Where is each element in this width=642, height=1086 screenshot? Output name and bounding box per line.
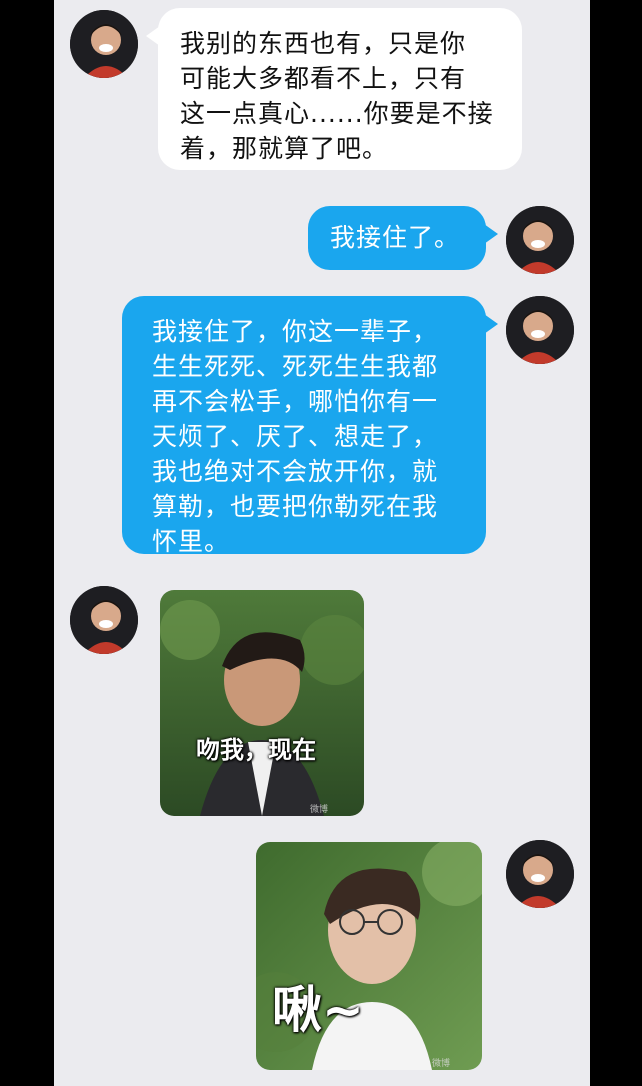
incoming-message-bubble[interactable]: 我别的东西也有，只是你 可能大多都看不上，只有 这一点真心......你要是不接… <box>146 8 522 170</box>
contact-avatar[interactable] <box>70 10 138 78</box>
incoming-sticker-image[interactable]: 吻我，现在 微博 <box>160 590 364 816</box>
outgoing-message-bubble[interactable]: 我接住了。 <box>308 206 498 270</box>
watermark: 微博 <box>432 1059 451 1069</box>
my-avatar[interactable] <box>506 296 574 364</box>
message-text: 我接住了，你这一辈子， 生生死死、死死生生我都 再不会松手，哪怕你有一 天烦了、… <box>152 317 439 556</box>
message-text: 我接住了。 <box>330 223 461 252</box>
outgoing-message-bubble[interactable]: 我接住了，你这一辈子， 生生死死、死死生生我都 再不会松手，哪怕你有一 天烦了、… <box>122 296 498 556</box>
sticker-caption: 吻我，现在 <box>196 736 316 764</box>
my-avatar[interactable] <box>506 840 574 908</box>
message-text: 我别的东西也有，只是你 可能大多都看不上，只有 这一点真心......你要是不接… <box>180 29 494 163</box>
chat-area: 我别的东西也有，只是你 可能大多都看不上，只有 这一点真心......你要是不接… <box>54 0 590 1086</box>
contact-avatar[interactable] <box>70 586 138 654</box>
sticker-caption: 啾~ <box>272 981 364 1039</box>
outgoing-sticker-image[interactable]: 啾~ 微博 <box>256 842 482 1070</box>
watermark: 微博 <box>310 805 329 815</box>
my-avatar[interactable] <box>506 206 574 274</box>
